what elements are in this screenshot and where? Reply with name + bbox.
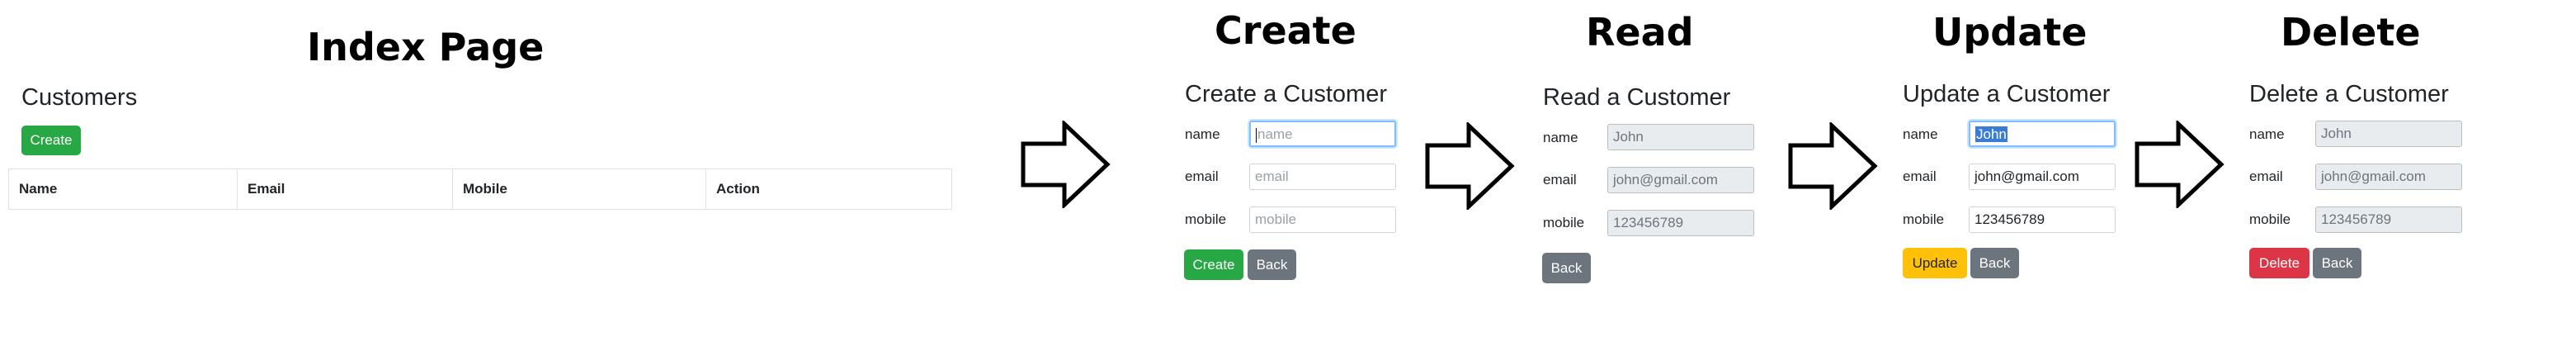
column-header-action: Action bbox=[705, 168, 952, 210]
create-submit-button[interactable]: Create bbox=[1184, 249, 1243, 280]
update-heading: Update bbox=[1932, 10, 2088, 55]
mobile-input[interactable]: mobile bbox=[1249, 206, 1396, 233]
back-button[interactable]: Back bbox=[1542, 253, 1591, 283]
update-submit-button[interactable]: Update bbox=[1903, 248, 1967, 278]
back-button[interactable]: Back bbox=[2313, 248, 2361, 278]
right-arrow-icon bbox=[1021, 121, 1111, 208]
name-label: name bbox=[1543, 130, 1578, 145]
name-label: name bbox=[2249, 126, 2285, 142]
create-form-title: Create a Customer bbox=[1185, 81, 1387, 107]
back-button[interactable]: Back bbox=[1970, 248, 2019, 278]
delete-form-title: Delete a Customer bbox=[2249, 81, 2449, 107]
index-heading: Index Page bbox=[307, 25, 545, 69]
name-input[interactable]: John bbox=[1969, 121, 2116, 147]
read-form-title: Read a Customer bbox=[1543, 84, 1731, 111]
name-field: John bbox=[1607, 124, 1754, 150]
delete-submit-button[interactable]: Delete bbox=[2249, 248, 2309, 278]
email-field: john@gmail.com bbox=[1607, 167, 1754, 193]
column-header-name: Name bbox=[8, 168, 238, 210]
back-button[interactable]: Back bbox=[1248, 249, 1296, 280]
name-label: name bbox=[1903, 126, 1938, 142]
mobile-field: 123456789 bbox=[2315, 206, 2462, 233]
mobile-field: 123456789 bbox=[1607, 210, 1754, 236]
mobile-label: mobile bbox=[1903, 211, 1945, 227]
table-header-row: Name Email Mobile Action bbox=[8, 168, 952, 210]
email-field: john@gmail.com bbox=[2315, 164, 2462, 190]
email-label: email bbox=[1185, 168, 1219, 184]
mobile-label: mobile bbox=[2249, 211, 2291, 227]
right-arrow-icon bbox=[2135, 121, 2225, 208]
create-heading: Create bbox=[1215, 8, 1356, 53]
delete-heading: Delete bbox=[2281, 10, 2421, 55]
email-input[interactable]: email bbox=[1249, 164, 1396, 190]
email-label: email bbox=[1543, 172, 1577, 187]
name-field: John bbox=[2315, 121, 2462, 147]
column-header-email: Email bbox=[237, 168, 453, 210]
right-arrow-icon bbox=[1425, 122, 1515, 210]
mobile-label: mobile bbox=[1185, 211, 1227, 227]
email-input[interactable]: john@gmail.com bbox=[1969, 164, 2116, 190]
column-header-mobile: Mobile bbox=[452, 168, 706, 210]
read-heading: Read bbox=[1586, 10, 1694, 55]
mobile-label: mobile bbox=[1543, 215, 1585, 230]
mobile-input[interactable]: 123456789 bbox=[1969, 206, 2116, 233]
create-button[interactable]: Create bbox=[21, 126, 81, 155]
update-form-title: Update a Customer bbox=[1903, 81, 2111, 107]
customers-table: Name Email Mobile Action bbox=[8, 168, 952, 210]
customers-title: Customers bbox=[21, 84, 138, 111]
email-label: email bbox=[1903, 168, 1937, 184]
email-label: email bbox=[2249, 168, 2283, 184]
name-input[interactable]: name bbox=[1249, 121, 1396, 147]
name-label: name bbox=[1185, 126, 1220, 142]
right-arrow-icon bbox=[1788, 122, 1878, 210]
